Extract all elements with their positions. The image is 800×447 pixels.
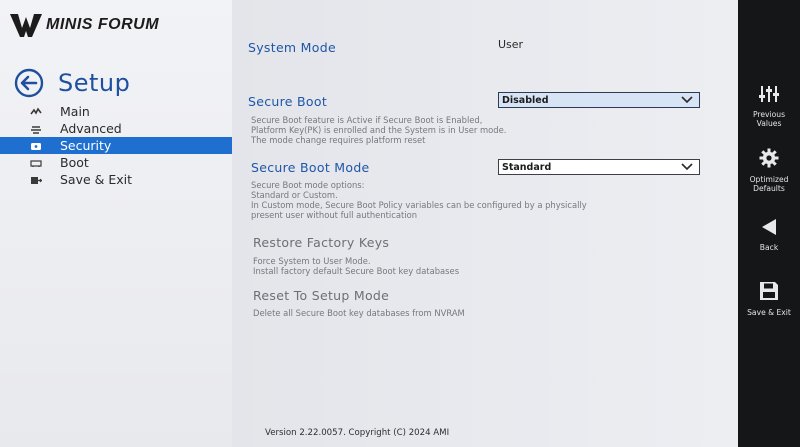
sidebar-item-label: Save & Exit bbox=[60, 172, 133, 187]
brand-logo-text: MINIS FORUM bbox=[46, 16, 160, 33]
sidebar-item-label: Advanced bbox=[60, 121, 122, 136]
main-icon bbox=[30, 106, 42, 117]
sidebar-item-save-exit[interactable]: Save & Exit bbox=[0, 171, 232, 188]
help-line: present user without full authentication bbox=[251, 210, 418, 220]
secure-boot-mode-select[interactable]: Standard bbox=[498, 159, 700, 175]
optimized-defaults-label-1: Optimized bbox=[749, 175, 789, 184]
back-arrow-circle-icon[interactable] bbox=[14, 68, 44, 98]
help-line: Secure Boot feature is Active if Secure … bbox=[251, 115, 483, 125]
previous-values-label-2: Values bbox=[756, 119, 782, 128]
save-and-exit-button[interactable]: Save & Exit bbox=[738, 281, 800, 317]
sidebar-item-security[interactable]: Security bbox=[0, 137, 232, 154]
reset-to-setup-mode-button[interactable]: Reset To Setup Mode bbox=[253, 288, 389, 303]
gear-icon bbox=[759, 148, 779, 168]
secure-boot-select[interactable]: Disabled bbox=[498, 92, 700, 108]
chevron-down-icon bbox=[681, 96, 693, 104]
help-line: Platform Key(PK) is enrolled and the Sys… bbox=[251, 125, 507, 135]
sidebar: MINIS FORUM Setup Main Advanced Security bbox=[0, 0, 232, 447]
minisforum-logo-icon bbox=[10, 14, 42, 37]
optimized-defaults-button[interactable]: Optimized Defaults bbox=[738, 148, 800, 193]
system-mode-label: System Mode bbox=[248, 40, 336, 55]
sidebar-item-label: Security bbox=[60, 138, 112, 153]
restore-factory-keys-help: Force System to User Mode. Install facto… bbox=[253, 256, 573, 276]
previous-values-button[interactable]: Previous Values bbox=[738, 85, 800, 128]
help-line: Delete all Secure Boot key databases fro… bbox=[253, 308, 465, 318]
help-line: In Custom mode, Secure Boot Policy varia… bbox=[251, 200, 587, 210]
right-action-panel: Previous Values Optimized Defaults Back bbox=[738, 0, 800, 447]
restore-factory-keys-button[interactable]: Restore Factory Keys bbox=[253, 235, 389, 250]
boot-icon bbox=[30, 158, 42, 168]
back-label: Back bbox=[759, 243, 779, 252]
reset-to-setup-mode-help: Delete all Secure Boot key databases fro… bbox=[253, 308, 573, 318]
back-triangle-icon bbox=[762, 219, 776, 235]
brand-logo: MINIS FORUM bbox=[8, 10, 159, 40]
page-title: Setup bbox=[58, 69, 131, 97]
sidebar-item-main[interactable]: Main bbox=[0, 103, 232, 120]
secure-boot-help: Secure Boot feature is Active if Secure … bbox=[251, 115, 571, 145]
version-footer: Version 2.22.0057. Copyright (C) 2024 AM… bbox=[265, 428, 450, 438]
help-line: Install factory default Secure Boot key … bbox=[253, 266, 460, 276]
help-line: Force System to User Mode. bbox=[253, 256, 371, 266]
secure-boot-mode-label[interactable]: Secure Boot Mode bbox=[251, 160, 370, 175]
system-mode-value: User bbox=[498, 38, 524, 51]
sidebar-item-boot[interactable]: Boot bbox=[0, 154, 232, 171]
security-icon bbox=[30, 141, 42, 151]
chevron-down-icon bbox=[681, 163, 693, 171]
secure-boot-mode-help: Secure Boot mode options: Standard or Cu… bbox=[251, 180, 691, 220]
main-content: System Mode User Secure Boot Disabled Se… bbox=[232, 0, 738, 447]
setup-header: Setup bbox=[14, 68, 130, 98]
optimized-defaults-label-2: Defaults bbox=[753, 184, 785, 193]
back-button[interactable]: Back bbox=[738, 218, 800, 252]
sidebar-menu: Main Advanced Security Boot Save & Exit bbox=[0, 103, 232, 188]
floppy-icon bbox=[760, 282, 778, 300]
save-and-exit-label: Save & Exit bbox=[747, 308, 791, 317]
sidebar-item-label: Main bbox=[60, 104, 90, 119]
sidebar-item-label: Boot bbox=[60, 155, 89, 170]
help-line: The mode change requires platform reset bbox=[251, 135, 426, 145]
secure-boot-mode-select-value: Standard bbox=[502, 161, 552, 173]
secure-boot-label[interactable]: Secure Boot bbox=[248, 94, 327, 109]
advanced-icon bbox=[30, 124, 42, 134]
help-line: Secure Boot mode options: bbox=[251, 180, 365, 190]
help-line: Standard or Custom. bbox=[251, 190, 338, 200]
save-exit-icon bbox=[30, 175, 42, 185]
sliders-icon bbox=[759, 86, 779, 102]
sidebar-item-advanced[interactable]: Advanced bbox=[0, 120, 232, 137]
secure-boot-select-value: Disabled bbox=[502, 94, 549, 106]
previous-values-label-1: Previous bbox=[752, 110, 786, 119]
